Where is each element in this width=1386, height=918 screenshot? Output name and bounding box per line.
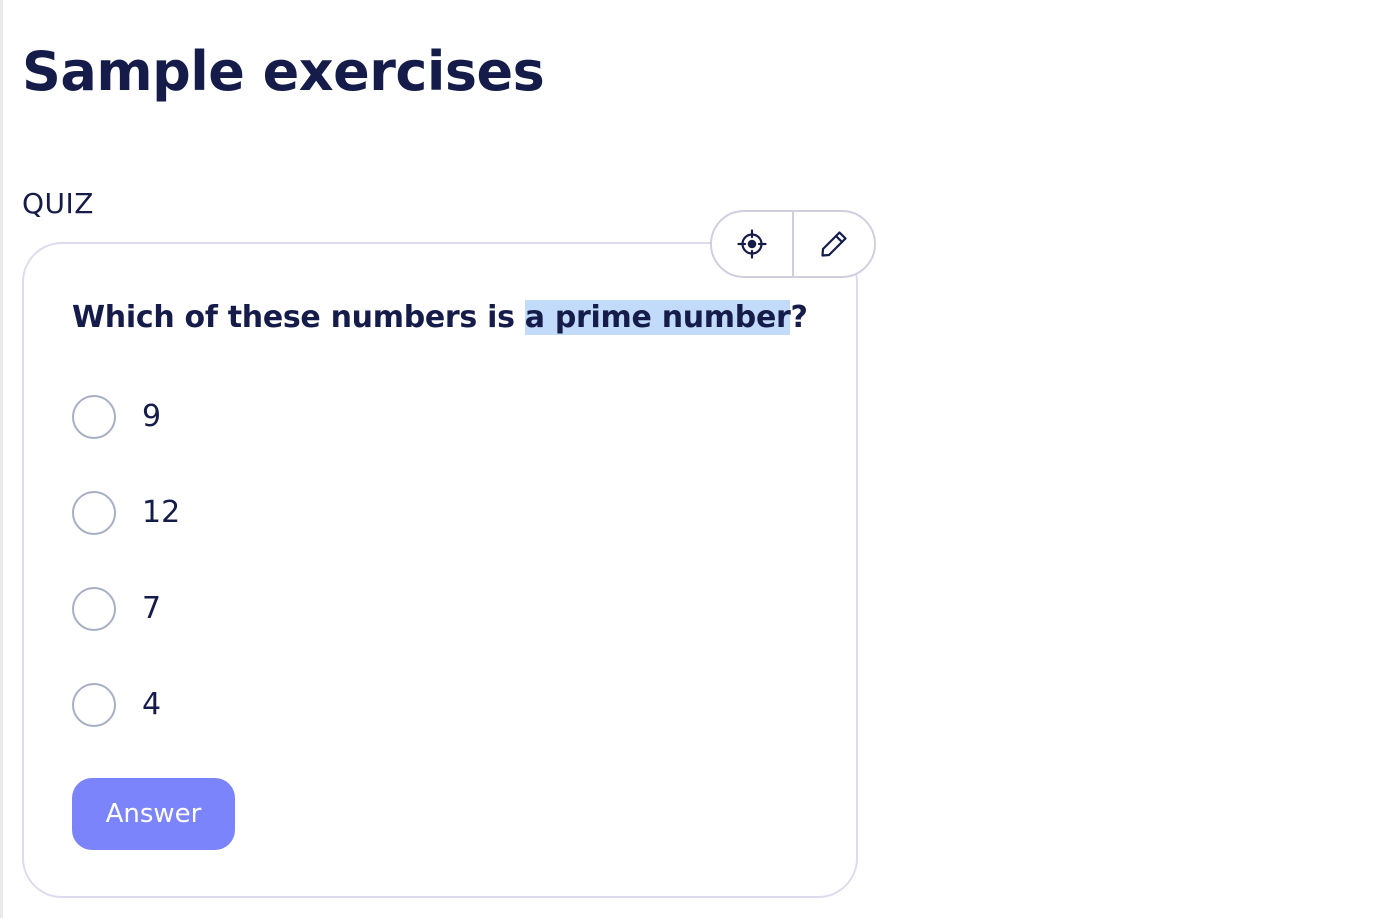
radio-button[interactable] <box>72 491 116 535</box>
question-selected-text: a prime number <box>524 300 791 335</box>
option-label: 9 <box>142 399 162 434</box>
crosshair-icon <box>737 229 767 259</box>
option-9[interactable]: 9 <box>72 392 161 442</box>
page-title: Sample exercises <box>22 40 545 103</box>
radio-button[interactable] <box>72 395 116 439</box>
pencil-icon <box>821 231 847 257</box>
option-label: 4 <box>142 687 162 722</box>
option-label: 7 <box>142 591 162 626</box>
radio-button[interactable] <box>72 587 116 631</box>
option-7[interactable]: 7 <box>72 584 161 634</box>
locate-button[interactable] <box>712 212 792 276</box>
option-label: 12 <box>142 495 181 530</box>
option-12[interactable]: 12 <box>72 488 180 538</box>
left-edge-divider <box>0 0 3 918</box>
answer-button[interactable]: Answer <box>72 778 235 850</box>
edit-button[interactable] <box>792 212 874 276</box>
card-toolbar <box>710 210 876 278</box>
question-text-start: Which of these numbers is <box>72 300 525 335</box>
page: Sample exercises QUIZ Which of these num… <box>0 0 1386 918</box>
section-label-quiz: QUIZ <box>22 187 94 220</box>
radio-button[interactable] <box>72 683 116 727</box>
option-4[interactable]: 4 <box>72 680 161 730</box>
quiz-question: Which of these numbers is a prime number… <box>72 290 808 346</box>
question-text-end: ? <box>790 300 808 335</box>
